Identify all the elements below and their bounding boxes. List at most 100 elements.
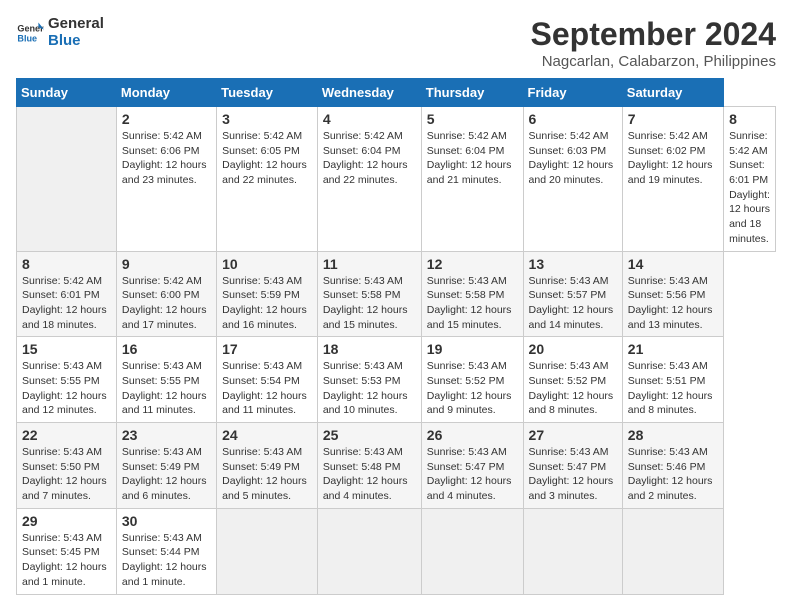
day-number: 26	[427, 427, 518, 443]
calendar-cell: 8 Sunrise: 5:42 AM Sunset: 6:01 PM Dayli…	[17, 251, 117, 337]
sunrise-text: Sunrise: 5:43 AM	[529, 274, 617, 289]
sunset-text: Sunset: 5:45 PM	[22, 545, 111, 560]
calendar-cell: 19 Sunrise: 5:43 AM Sunset: 5:52 PM Dayl…	[421, 337, 523, 423]
title-block: September 2024 Nagcarlan, Calabarzon, Ph…	[531, 16, 776, 70]
day-info: Sunrise: 5:43 AM Sunset: 5:55 PM Dayligh…	[22, 359, 111, 418]
sunrise-text: Sunrise: 5:42 AM	[427, 129, 518, 144]
day-number: 4	[323, 111, 416, 127]
day-info: Sunrise: 5:42 AM Sunset: 6:06 PM Dayligh…	[122, 129, 211, 188]
day-info: Sunrise: 5:43 AM Sunset: 5:49 PM Dayligh…	[122, 445, 211, 504]
calendar-cell	[317, 508, 421, 594]
calendar-cell: 26 Sunrise: 5:43 AM Sunset: 5:47 PM Dayl…	[421, 423, 523, 509]
calendar-cell: 23 Sunrise: 5:43 AM Sunset: 5:49 PM Dayl…	[116, 423, 216, 509]
sunrise-text: Sunrise: 5:42 AM	[122, 129, 211, 144]
sunrise-text: Sunrise: 5:43 AM	[222, 445, 312, 460]
daylight-text: Daylight: 12 hours and 6 minutes.	[122, 474, 211, 503]
sunrise-text: Sunrise: 5:43 AM	[22, 445, 111, 460]
day-info: Sunrise: 5:43 AM Sunset: 5:52 PM Dayligh…	[427, 359, 518, 418]
calendar-cell: 28 Sunrise: 5:43 AM Sunset: 5:46 PM Dayl…	[622, 423, 723, 509]
day-number: 2	[122, 111, 211, 127]
day-info: Sunrise: 5:42 AM Sunset: 6:00 PM Dayligh…	[122, 274, 211, 333]
calendar-cell: 12 Sunrise: 5:43 AM Sunset: 5:58 PM Dayl…	[421, 251, 523, 337]
day-info: Sunrise: 5:43 AM Sunset: 5:46 PM Dayligh…	[628, 445, 718, 504]
header-saturday: Saturday	[622, 79, 723, 107]
day-info: Sunrise: 5:42 AM Sunset: 6:01 PM Dayligh…	[729, 129, 770, 247]
day-number: 30	[122, 513, 211, 529]
day-number: 27	[529, 427, 617, 443]
daylight-text: Daylight: 12 hours and 2 minutes.	[628, 474, 718, 503]
day-info: Sunrise: 5:43 AM Sunset: 5:53 PM Dayligh…	[323, 359, 416, 418]
daylight-text: Daylight: 12 hours and 20 minutes.	[529, 158, 617, 187]
sunset-text: Sunset: 5:54 PM	[222, 374, 312, 389]
calendar-table: Sunday Monday Tuesday Wednesday Thursday…	[16, 78, 776, 595]
sunrise-text: Sunrise: 5:43 AM	[22, 531, 111, 546]
sunrise-text: Sunrise: 5:43 AM	[122, 359, 211, 374]
daylight-text: Daylight: 12 hours and 22 minutes.	[222, 158, 312, 187]
daylight-text: Daylight: 12 hours and 13 minutes.	[628, 303, 718, 332]
calendar-cell: 4 Sunrise: 5:42 AM Sunset: 6:04 PM Dayli…	[317, 107, 421, 252]
sunrise-text: Sunrise: 5:43 AM	[323, 359, 416, 374]
calendar-cell: 8 Sunrise: 5:42 AM Sunset: 6:01 PM Dayli…	[724, 107, 776, 252]
calendar-cell: 14 Sunrise: 5:43 AM Sunset: 5:56 PM Dayl…	[622, 251, 723, 337]
sunset-text: Sunset: 6:04 PM	[427, 144, 518, 159]
day-number: 6	[529, 111, 617, 127]
sunset-text: Sunset: 5:58 PM	[427, 288, 518, 303]
day-number: 13	[529, 256, 617, 272]
daylight-text: Daylight: 12 hours and 23 minutes.	[122, 158, 211, 187]
sunrise-text: Sunrise: 5:43 AM	[427, 359, 518, 374]
sunset-text: Sunset: 5:53 PM	[323, 374, 416, 389]
calendar-title: September 2024	[531, 16, 776, 53]
calendar-cell: 17 Sunrise: 5:43 AM Sunset: 5:54 PM Dayl…	[217, 337, 318, 423]
sunrise-text: Sunrise: 5:43 AM	[628, 274, 718, 289]
header-sunday: Sunday	[17, 79, 117, 107]
day-number: 8	[22, 256, 111, 272]
day-info: Sunrise: 5:43 AM Sunset: 5:48 PM Dayligh…	[323, 445, 416, 504]
calendar-week-row: 22 Sunrise: 5:43 AM Sunset: 5:50 PM Dayl…	[17, 423, 776, 509]
day-info: Sunrise: 5:43 AM Sunset: 5:52 PM Dayligh…	[529, 359, 617, 418]
sunrise-text: Sunrise: 5:42 AM	[222, 129, 312, 144]
day-info: Sunrise: 5:43 AM Sunset: 5:51 PM Dayligh…	[628, 359, 718, 418]
sunrise-text: Sunrise: 5:43 AM	[22, 359, 111, 374]
sunrise-text: Sunrise: 5:43 AM	[529, 445, 617, 460]
calendar-cell: 3 Sunrise: 5:42 AM Sunset: 6:05 PM Dayli…	[217, 107, 318, 252]
day-info: Sunrise: 5:42 AM Sunset: 6:05 PM Dayligh…	[222, 129, 312, 188]
daylight-text: Daylight: 12 hours and 5 minutes.	[222, 474, 312, 503]
sunrise-text: Sunrise: 5:43 AM	[529, 359, 617, 374]
daylight-text: Daylight: 12 hours and 7 minutes.	[22, 474, 111, 503]
day-number: 3	[222, 111, 312, 127]
day-number: 21	[628, 341, 718, 357]
day-info: Sunrise: 5:42 AM Sunset: 6:01 PM Dayligh…	[22, 274, 111, 333]
daylight-text: Daylight: 12 hours and 3 minutes.	[529, 474, 617, 503]
day-info: Sunrise: 5:43 AM Sunset: 5:50 PM Dayligh…	[22, 445, 111, 504]
sunset-text: Sunset: 5:51 PM	[628, 374, 718, 389]
weekday-header-row: Sunday Monday Tuesday Wednesday Thursday…	[17, 79, 776, 107]
sunset-text: Sunset: 6:00 PM	[122, 288, 211, 303]
sunset-text: Sunset: 6:01 PM	[22, 288, 111, 303]
sunset-text: Sunset: 5:55 PM	[22, 374, 111, 389]
logo-icon: General Blue	[16, 19, 44, 47]
sunset-text: Sunset: 6:01 PM	[729, 158, 770, 187]
calendar-cell: 30 Sunrise: 5:43 AM Sunset: 5:44 PM Dayl…	[116, 508, 216, 594]
sunrise-text: Sunrise: 5:43 AM	[427, 274, 518, 289]
sunset-text: Sunset: 5:47 PM	[529, 460, 617, 475]
day-number: 22	[22, 427, 111, 443]
sunset-text: Sunset: 6:02 PM	[628, 144, 718, 159]
day-info: Sunrise: 5:43 AM Sunset: 5:49 PM Dayligh…	[222, 445, 312, 504]
calendar-cell	[622, 508, 723, 594]
daylight-text: Daylight: 12 hours and 1 minute.	[22, 560, 111, 589]
sunrise-text: Sunrise: 5:43 AM	[628, 359, 718, 374]
calendar-cell: 24 Sunrise: 5:43 AM Sunset: 5:49 PM Dayl…	[217, 423, 318, 509]
calendar-cell	[421, 508, 523, 594]
day-info: Sunrise: 5:43 AM Sunset: 5:47 PM Dayligh…	[529, 445, 617, 504]
calendar-cell: 2 Sunrise: 5:42 AM Sunset: 6:06 PM Dayli…	[116, 107, 216, 252]
day-number: 25	[323, 427, 416, 443]
logo: General Blue General Blue	[16, 16, 104, 49]
calendar-cell: 11 Sunrise: 5:43 AM Sunset: 5:58 PM Dayl…	[317, 251, 421, 337]
day-number: 19	[427, 341, 518, 357]
logo-line2: Blue	[48, 33, 104, 50]
daylight-text: Daylight: 12 hours and 16 minutes.	[222, 303, 312, 332]
sunset-text: Sunset: 5:56 PM	[628, 288, 718, 303]
sunset-text: Sunset: 6:06 PM	[122, 144, 211, 159]
sunrise-text: Sunrise: 5:43 AM	[222, 359, 312, 374]
sunset-text: Sunset: 5:49 PM	[222, 460, 312, 475]
